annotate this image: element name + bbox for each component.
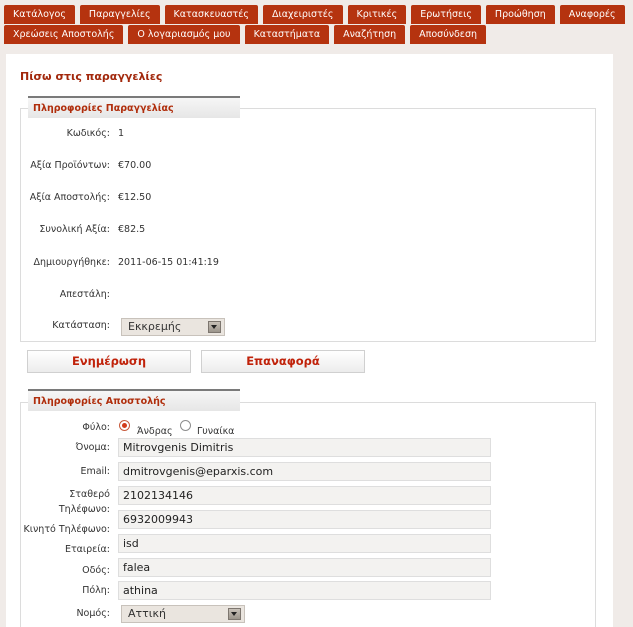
chevron-down-icon bbox=[208, 321, 221, 333]
main-menu-row-1: Κατάλογος Παραγγελίες Κατασκευαστές Διαχ… bbox=[4, 5, 630, 24]
sent-label: Απεστάλη: bbox=[59, 289, 110, 300]
code-label: Κωδικός: bbox=[66, 128, 110, 139]
prefecture-label: Νομός: bbox=[76, 608, 110, 619]
name-label: Όνομα: bbox=[75, 442, 110, 453]
nav-shipping-charges[interactable]: Χρεώσεις Αποστολής bbox=[4, 25, 124, 44]
gender-label: Φύλο: bbox=[82, 422, 110, 433]
nav-promotion[interactable]: Προώθηση bbox=[485, 5, 555, 24]
mobile-label: Κινητό Τηλέφωνο: bbox=[23, 524, 110, 535]
status-selected-value: Εκκρεμής bbox=[128, 320, 182, 333]
prefecture-selected-value: Αττική bbox=[128, 607, 166, 620]
nav-search[interactable]: Αναζήτηση bbox=[334, 25, 406, 44]
city-input[interactable]: athina bbox=[118, 581, 491, 600]
code-value: 1 bbox=[118, 128, 125, 139]
reset-button[interactable]: Επαναφορά bbox=[201, 350, 365, 373]
shipping-value-label: Αξία Αποστολής: bbox=[29, 192, 110, 203]
shipping-value: €12.50 bbox=[118, 192, 152, 203]
street-label: Οδός: bbox=[82, 565, 110, 576]
gender-female-label: Γυναίκα bbox=[197, 426, 235, 437]
street-input[interactable]: falea bbox=[118, 558, 491, 577]
order-info-legend: Πληροφορίες Παραγγελίας bbox=[28, 96, 240, 118]
created-label: Δημιουργήθηκε: bbox=[33, 257, 110, 268]
nav-catalog[interactable]: Κατάλογος bbox=[4, 5, 75, 24]
nav-admins[interactable]: Διαχειριστές bbox=[263, 5, 343, 24]
email-label: Email: bbox=[80, 466, 110, 477]
products-value: €70.00 bbox=[118, 160, 152, 171]
nav-my-account[interactable]: Ο λογαριασμός μου bbox=[128, 25, 240, 44]
status-label: Κατάσταση: bbox=[52, 320, 110, 331]
gender-male-label: Άνδρας bbox=[137, 426, 173, 437]
main-menu-row-2: Χρεώσεις Αποστολής Ο λογαριασμός μου Κατ… bbox=[4, 25, 491, 44]
nav-stores[interactable]: Καταστήματα bbox=[244, 25, 330, 44]
nav-reports[interactable]: Αναφορές bbox=[559, 5, 625, 24]
gender-male-radio[interactable] bbox=[119, 420, 130, 431]
company-input[interactable]: isd bbox=[118, 534, 491, 553]
nav-orders[interactable]: Παραγγελίες bbox=[79, 5, 160, 24]
nav-reviews[interactable]: Κριτικές bbox=[347, 5, 407, 24]
created-value: 2011-06-15 01:41:19 bbox=[118, 257, 219, 268]
chevron-down-icon bbox=[228, 608, 241, 620]
mobile-input[interactable]: 6932009943 bbox=[118, 510, 491, 529]
phone-label-line1: Σταθερό bbox=[69, 489, 110, 500]
city-label: Πόλη: bbox=[82, 585, 110, 596]
products-value-label: Αξία Προϊόντων: bbox=[30, 160, 110, 171]
shipping-info-legend: Πληροφορίες Αποστολής bbox=[28, 389, 240, 411]
nav-manufacturers[interactable]: Κατασκευαστές bbox=[164, 5, 258, 24]
nav-questions[interactable]: Ερωτήσεις bbox=[411, 5, 481, 24]
update-button[interactable]: Ενημέρωση bbox=[27, 350, 191, 373]
back-to-orders-link[interactable]: Πίσω στις παραγγελίες bbox=[20, 70, 162, 83]
status-select[interactable]: Εκκρεμής bbox=[121, 318, 225, 336]
phone-label-line2: Τηλέφωνο: bbox=[58, 504, 110, 515]
prefecture-select[interactable]: Αττική bbox=[121, 605, 245, 623]
total-value: €82.5 bbox=[118, 224, 146, 235]
total-value-label: Συνολική Αξία: bbox=[39, 224, 110, 235]
nav-logout[interactable]: Αποσύνδεση bbox=[410, 25, 486, 44]
name-input[interactable]: Mitrovgenis Dimitris bbox=[118, 438, 491, 457]
phone-input[interactable]: 2102134146 bbox=[118, 486, 491, 505]
gender-female-radio[interactable] bbox=[180, 420, 191, 431]
email-input[interactable]: dmitrovgenis@eparxis.com bbox=[118, 462, 491, 481]
company-label: Εταιρεία: bbox=[64, 544, 110, 555]
